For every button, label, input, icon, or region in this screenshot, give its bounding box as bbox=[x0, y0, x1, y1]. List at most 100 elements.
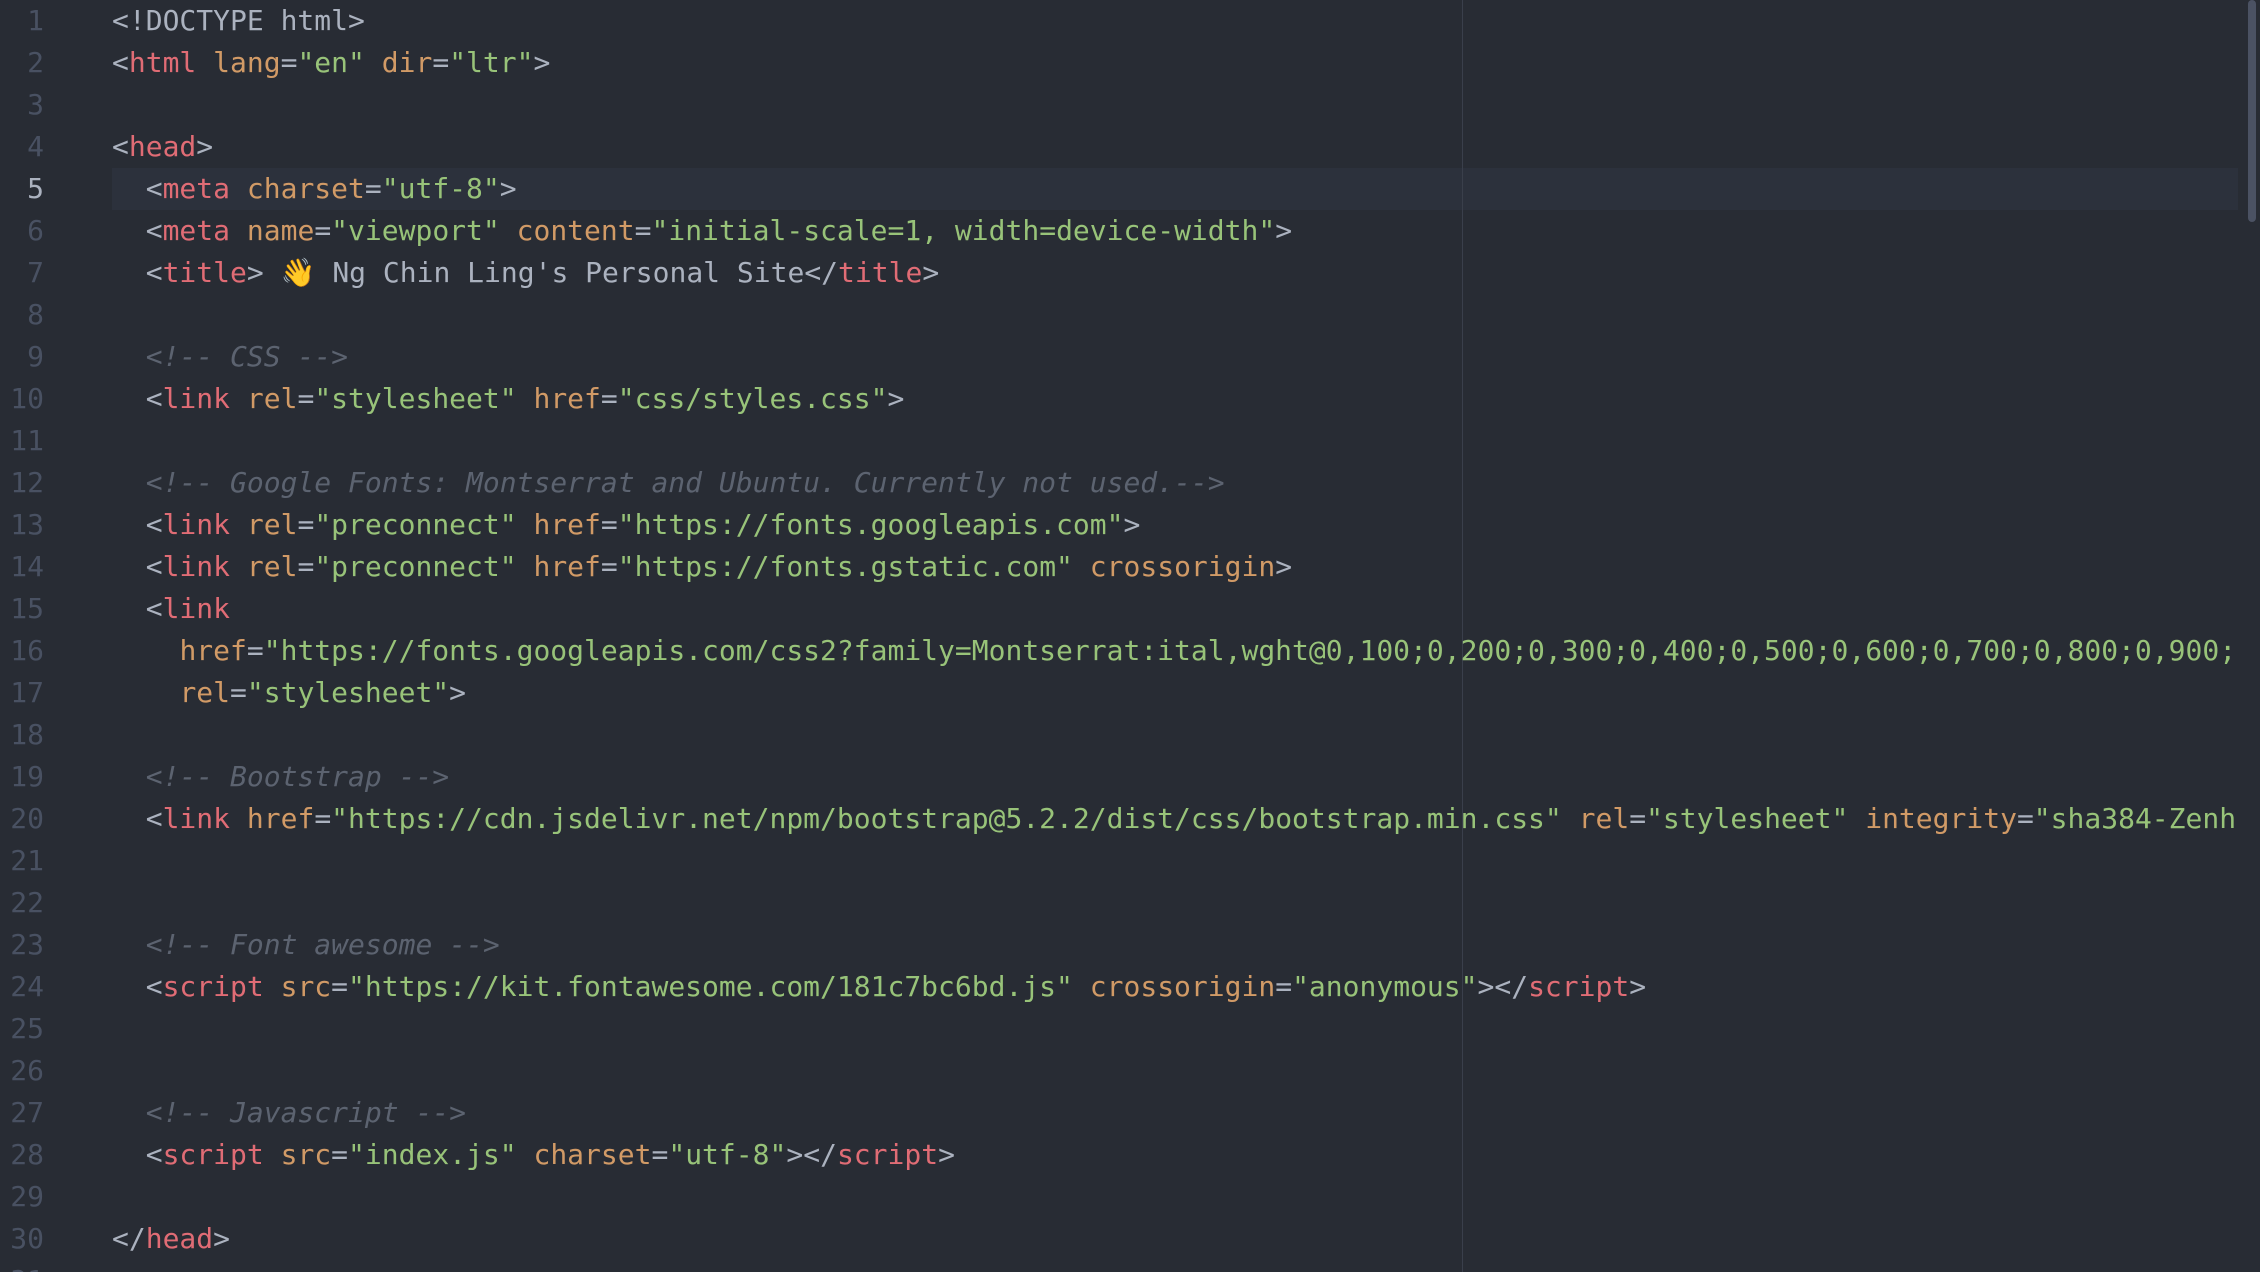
token-punctuation: < bbox=[145, 802, 163, 835]
code-editor[interactable]: 1 2 3 4 5 6 7 8 9 10 11 12 13 14 15 16 17 18 19 20 21 22 23 24 2… bbox=[0, 0, 2260, 1272]
token-comment: <!-- CSS --> bbox=[145, 340, 349, 373]
code-line[interactable]: <html lang="en" dir="ltr"> bbox=[112, 42, 550, 84]
code-line[interactable]: <script src="https://kit.fontawesome.com… bbox=[112, 966, 1646, 1008]
code-line[interactable]: <link rel="preconnect" href="https://fon… bbox=[112, 504, 1141, 546]
code-line[interactable]: <!-- Font awesome --> bbox=[112, 924, 500, 966]
token-comment: <!-- Font awesome --> bbox=[145, 928, 500, 961]
token-punctuation: > bbox=[196, 130, 214, 163]
token-attribute-name: src bbox=[280, 1138, 332, 1171]
token-punctuation: < bbox=[145, 970, 163, 1003]
token-punctuation: > bbox=[887, 382, 905, 415]
token-attribute-name: lang bbox=[213, 46, 281, 79]
code-line[interactable]: <title> 👋 Ng Chin Ling's Personal Site</… bbox=[112, 252, 939, 294]
code-area[interactable]: <!DOCTYPE html> <html lang="en" dir="ltr"… bbox=[0, 0, 2260, 1272]
token-attribute-name: content bbox=[516, 214, 635, 247]
token-string-value: "preconnect" bbox=[314, 550, 517, 583]
token-punctuation: </ bbox=[804, 256, 839, 289]
token-attribute-name: href bbox=[179, 634, 247, 667]
token-punctuation: < bbox=[112, 130, 129, 163]
code-line[interactable]: <link rel="stylesheet" href="css/styles.… bbox=[112, 378, 905, 420]
code-line[interactable]: <!-- Google Fonts: Montserrat and Ubuntu… bbox=[112, 462, 1225, 504]
token-tag-name: link bbox=[162, 508, 231, 541]
token-tag-name: html bbox=[128, 46, 197, 79]
token-attribute-name: integrity bbox=[1865, 802, 2017, 835]
token-attribute-name: src bbox=[280, 970, 332, 1003]
token-tag-name: script bbox=[162, 970, 264, 1003]
token-punctuation: = bbox=[651, 1138, 669, 1171]
token-attribute-name: charset bbox=[246, 172, 365, 205]
token-punctuation: </ bbox=[112, 1222, 146, 1255]
code-line[interactable]: <!-- CSS --> bbox=[112, 336, 348, 378]
token-punctuation: > bbox=[449, 676, 467, 709]
code-line[interactable]: href="https://fonts.googleapis.com/css2?… bbox=[112, 630, 2236, 672]
code-line[interactable]: <meta name="viewport" content="initial-s… bbox=[112, 210, 1292, 252]
token-string-value: "viewport" bbox=[331, 214, 500, 247]
token-punctuation: < bbox=[145, 508, 163, 541]
token-tag-name: title bbox=[838, 256, 923, 289]
token-punctuation: > bbox=[533, 46, 551, 79]
token-attribute-name: rel bbox=[246, 508, 298, 541]
token-punctuation: < bbox=[145, 172, 163, 205]
token-punctuation: = bbox=[2016, 802, 2034, 835]
vertical-scrollbar[interactable] bbox=[2244, 0, 2260, 1272]
code-line[interactable]: <meta charset="utf-8"> bbox=[112, 168, 517, 210]
token-string-value: "sha384-Zenh bbox=[2033, 802, 2237, 835]
token-attribute-name: name bbox=[246, 214, 315, 247]
code-line[interactable]: <script src="index.js" charset="utf-8"><… bbox=[112, 1134, 955, 1176]
token-punctuation: < bbox=[112, 46, 129, 79]
token-attribute-name: href bbox=[533, 382, 601, 415]
token-attribute-name: href bbox=[246, 802, 315, 835]
token-attribute-name: crossorigin bbox=[1089, 970, 1276, 1003]
token-punctuation: < bbox=[145, 214, 163, 247]
token-punctuation: = bbox=[297, 550, 315, 583]
token-attribute-name: charset bbox=[533, 1138, 652, 1171]
code-line[interactable]: <!-- Bootstrap --> bbox=[112, 756, 449, 798]
code-line[interactable]: <head> bbox=[112, 126, 213, 168]
token-attribute-name: crossorigin bbox=[1089, 550, 1276, 583]
code-line[interactable]: <link bbox=[112, 588, 230, 630]
token-punctuation: ></ bbox=[786, 1138, 837, 1171]
code-line[interactable]: <!-- Javascript --> bbox=[112, 1092, 466, 1134]
code-line[interactable]: <!DOCTYPE html> bbox=[112, 0, 365, 42]
code-line[interactable]: <link href="https://cdn.jsdelivr.net/npm… bbox=[112, 798, 2236, 840]
token-punctuation: ></ bbox=[1477, 970, 1529, 1003]
token-comment: <!-- Javascript --> bbox=[145, 1096, 467, 1129]
token-punctuation: = bbox=[600, 508, 618, 541]
token-string-value: "stylesheet" bbox=[1646, 802, 1849, 835]
token-punctuation: = bbox=[297, 382, 315, 415]
token-punctuation: = bbox=[600, 382, 618, 415]
token-punctuation: = bbox=[331, 970, 349, 1003]
token-tag-name: head bbox=[128, 130, 197, 163]
token-string-value: "anonymous" bbox=[1292, 970, 1478, 1003]
code-line[interactable]: rel="stylesheet"> bbox=[112, 672, 466, 714]
scrollbar-thumb[interactable] bbox=[2248, 0, 2256, 222]
code-line[interactable]: <link rel="preconnect" href="https://fon… bbox=[112, 546, 1292, 588]
token-tag-name: script bbox=[162, 1138, 264, 1171]
token-string-value: "utf-8" bbox=[668, 1138, 787, 1171]
token-punctuation: < bbox=[145, 592, 163, 625]
code-line[interactable]: </head> bbox=[112, 1218, 230, 1260]
token-tag-name: script bbox=[1528, 970, 1630, 1003]
